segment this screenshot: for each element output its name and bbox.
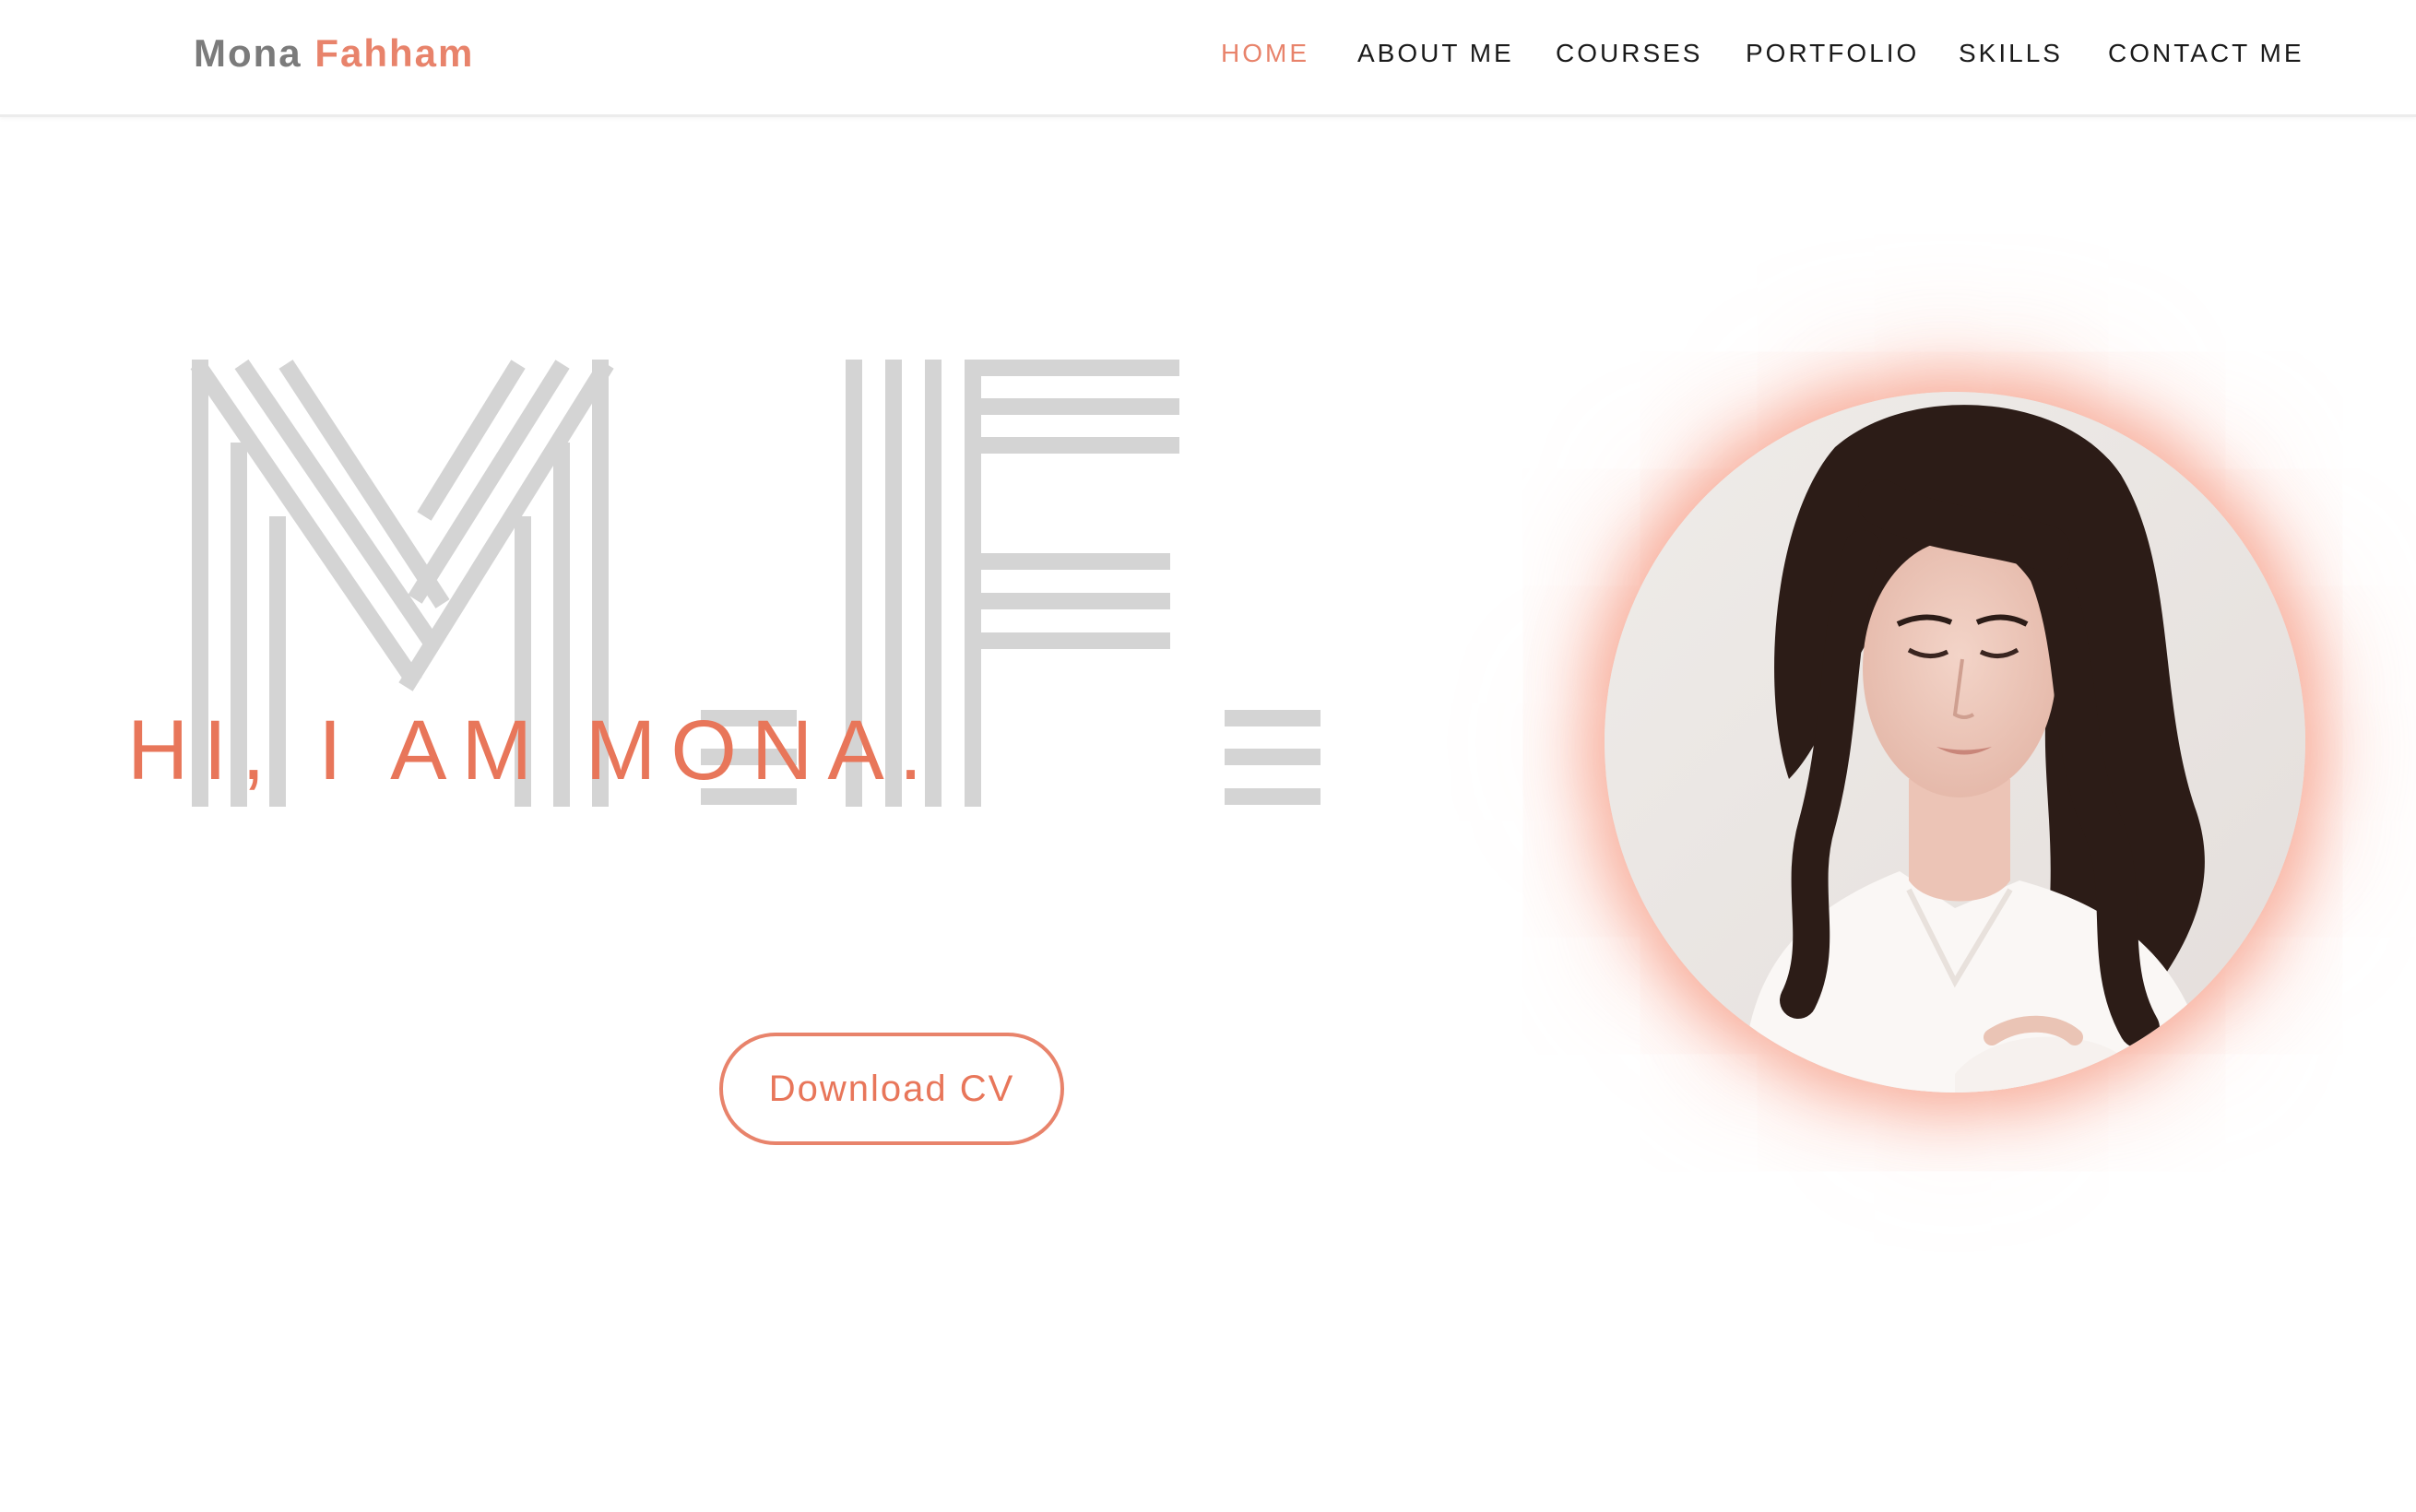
nav-skills[interactable]: SKILLS bbox=[1959, 39, 2063, 68]
hero-greeting: HI, I AM MONA. bbox=[127, 703, 938, 797]
nav-courses[interactable]: COURSES bbox=[1556, 39, 1702, 68]
nav-portfolio[interactable]: PORTFOLIO bbox=[1746, 39, 1919, 68]
nav-contact-me[interactable]: CONTACT ME bbox=[2108, 39, 2304, 68]
woman-portrait-icon bbox=[1605, 392, 2305, 1093]
portrait-photo bbox=[1605, 392, 2305, 1093]
download-cv-button[interactable]: Download CV bbox=[719, 1033, 1064, 1145]
